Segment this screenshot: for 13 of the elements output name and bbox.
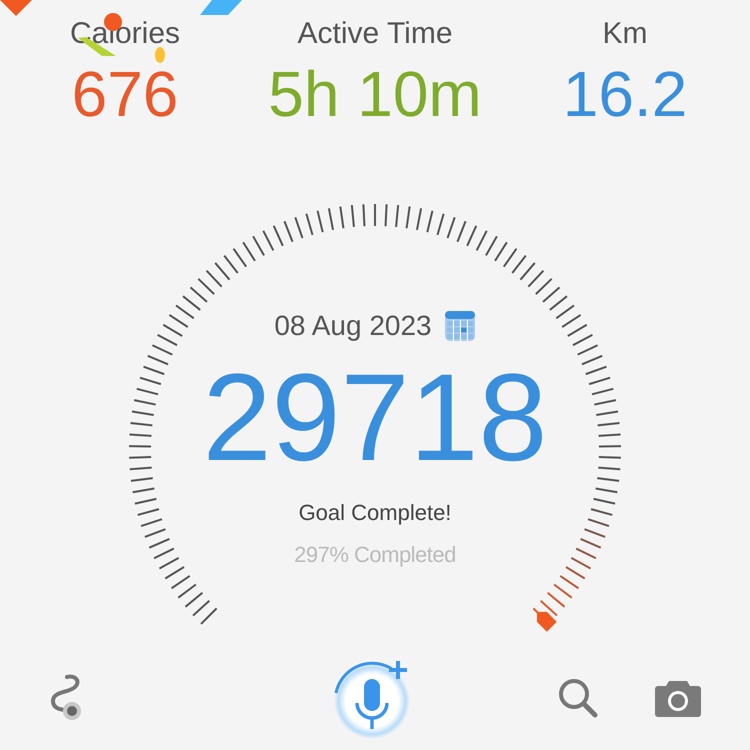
stat-value: 16.2 — [562, 57, 688, 132]
goal-status: Goal Complete! — [298, 502, 452, 524]
date-label: 08 Aug 2023 — [274, 312, 432, 340]
stat-value: 676 — [72, 57, 178, 132]
camera-icon[interactable] — [655, 678, 701, 716]
step-count: 29718 — [202, 356, 548, 480]
search-icon[interactable] — [557, 676, 599, 718]
stat-value: 5h 10m — [268, 57, 482, 132]
stat-label: Active Time — [297, 16, 453, 52]
stat-label: Km — [602, 16, 648, 52]
calendar-icon[interactable] — [444, 310, 476, 342]
percent-completed: 297% Completed — [294, 544, 456, 566]
gauge-marker — [536, 612, 557, 632]
